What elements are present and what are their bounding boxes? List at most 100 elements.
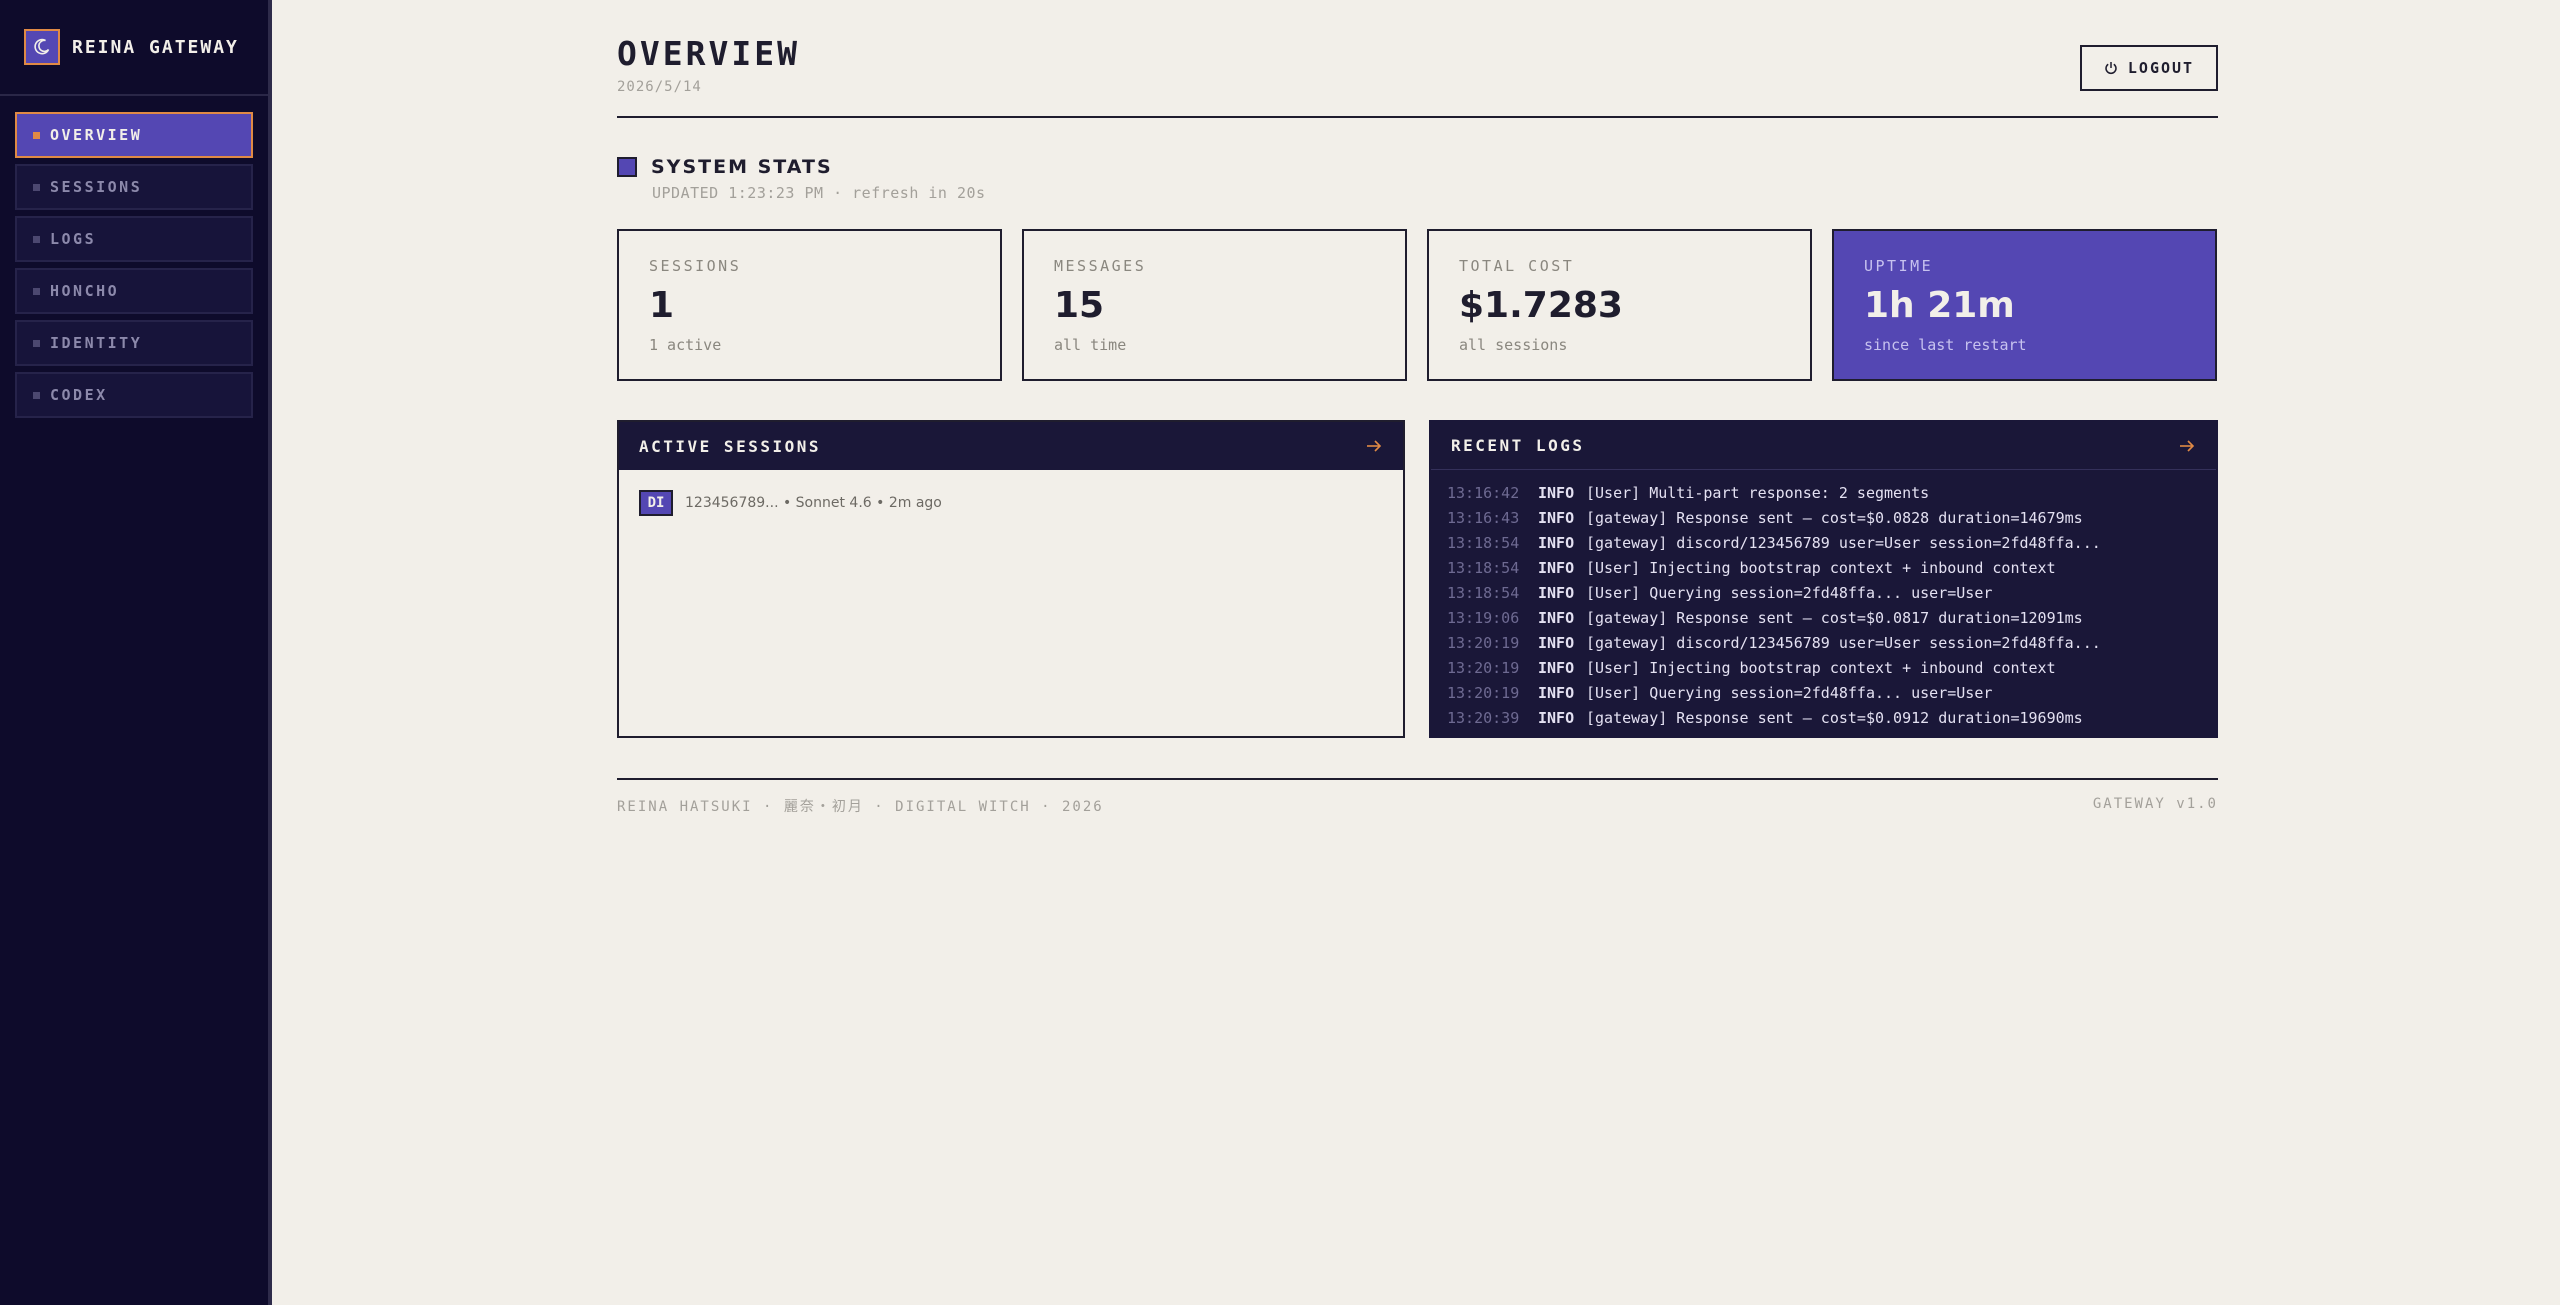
arrow-right-icon[interactable] [1365, 439, 1383, 453]
log-time: 13:18:54 [1447, 558, 1520, 577]
log-message: [User] Injecting bootstrap context + inb… [1586, 658, 2056, 677]
log-message: [gateway] Response sent — cost=$0.0828 d… [1586, 508, 2083, 527]
log-level: INFO [1538, 633, 1575, 652]
stat-value: $1.7283 [1459, 285, 1623, 326]
log-message: [gateway] discord/123456789 user=User se… [1586, 633, 2101, 652]
page-date: 2026/5/14 [617, 79, 702, 95]
sidebar-item-label: SESSIONS [50, 178, 143, 196]
system-stats-header: SYSTEM STATS [617, 156, 833, 178]
log-line: 13:16:42 INFO [User] Multi-part response… [1447, 480, 2216, 505]
bullet-icon [33, 235, 40, 243]
page-header: OVERVIEW 2026/5/14 LOGOUT [617, 0, 2218, 118]
stats-updated-text: UPDATED 1:23:23 PM · refresh in 20s [652, 184, 986, 202]
log-time: 13:16:43 [1447, 508, 1520, 527]
sidebar-nav: OVERVIEW SESSIONS LOGS HONCHO IDENTITY C… [0, 96, 268, 418]
log-time: 13:20:39 [1447, 708, 1520, 727]
sidebar-item-label: OVERVIEW [50, 126, 143, 144]
stat-sub: all sessions [1459, 336, 1568, 354]
log-message: [gateway] Response sent — cost=$0.0817 d… [1586, 608, 2083, 627]
logout-label: LOGOUT [2127, 59, 2195, 77]
sidebar-item-codex[interactable]: CODEX [15, 372, 253, 418]
footer-version: GATEWAY v1.0 [2092, 796, 2218, 812]
log-level: INFO [1538, 583, 1575, 602]
section-marker-icon [617, 157, 637, 177]
log-line: 13:18:54 INFO [gateway] discord/12345678… [1447, 530, 2216, 555]
main-content: OVERVIEW 2026/5/14 LOGOUT SYSTEM STATS U… [617, 0, 2218, 815]
log-time: 13:18:54 [1447, 583, 1520, 602]
log-message: [User] Injecting bootstrap context + inb… [1586, 558, 2056, 577]
sidebar-item-label: LOGS [50, 230, 97, 248]
sidebar-item-identity[interactable]: IDENTITY [15, 320, 253, 366]
log-time: 13:19:06 [1447, 608, 1520, 627]
sidebar-item-label: IDENTITY [50, 334, 143, 352]
stat-card-total-cost: TOTAL COST $1.7283 all sessions [1427, 229, 1812, 381]
recent-logs-panel: RECENT LOGS 13:16:42 INFO [User] Multi-p… [1429, 420, 2218, 738]
brand[interactable]: REINA GATEWAY [0, 0, 268, 96]
stat-card-uptime: UPTIME 1h 21m since last restart [1832, 229, 2217, 381]
active-sessions-panel: ACTIVE SESSIONS DI 123456789... • Sonnet… [617, 420, 1405, 738]
session-row[interactable]: DI 123456789... • Sonnet 4.6 • 2m ago [619, 470, 1403, 516]
bullet-icon [33, 391, 40, 399]
log-level: INFO [1538, 533, 1575, 552]
log-line: 13:20:19 INFO [gateway] discord/12345678… [1447, 630, 2216, 655]
stats-cards: SESSIONS 1 1 active MESSAGES 15 all time… [617, 229, 2217, 381]
stat-sub: 1 active [649, 336, 722, 354]
log-line: 13:20:19 INFO [User] Injecting bootstrap… [1447, 655, 2216, 680]
log-level: INFO [1538, 708, 1575, 727]
log-level: INFO [1538, 508, 1575, 527]
stat-label: SESSIONS [649, 257, 742, 275]
log-message: [gateway] Response sent — cost=$0.0912 d… [1586, 708, 2083, 727]
log-list: 13:16:42 INFO [User] Multi-part response… [1431, 470, 2216, 730]
section-title: SYSTEM STATS [651, 156, 833, 178]
log-time: 13:20:19 [1447, 658, 1520, 677]
panel-header: RECENT LOGS [1431, 422, 2216, 470]
stat-card-sessions: SESSIONS 1 1 active [617, 229, 1002, 381]
log-message: [gateway] discord/123456789 user=User se… [1586, 533, 2101, 552]
log-line: 13:18:54 INFO [User] Querying session=2f… [1447, 580, 2216, 605]
log-message: [User] Querying session=2fd48ffa... user… [1586, 683, 1993, 702]
log-message: [User] Querying session=2fd48ffa... user… [1586, 583, 1993, 602]
brand-name: REINA GATEWAY [72, 36, 239, 58]
log-line: 13:16:43 INFO [gateway] Response sent — … [1447, 505, 2216, 530]
page-title: OVERVIEW [617, 34, 800, 73]
stat-sub: all time [1054, 336, 1127, 354]
bullet-icon [33, 131, 40, 139]
log-level: INFO [1538, 683, 1575, 702]
log-time: 13:20:19 [1447, 683, 1520, 702]
log-level: INFO [1538, 483, 1575, 502]
page-footer: REINA HATSUKI · 麗奈・初月 · DIGITAL WITCH · … [617, 778, 2218, 816]
bullet-icon [33, 287, 40, 295]
sidebar-item-logs[interactable]: LOGS [15, 216, 253, 262]
session-badge: DI [639, 490, 673, 516]
log-level: INFO [1538, 558, 1575, 577]
log-time: 13:20:19 [1447, 633, 1520, 652]
log-line: 13:20:39 INFO [gateway] Response sent — … [1447, 705, 2216, 730]
stat-value: 15 [1054, 285, 1105, 326]
session-info: 123456789... • Sonnet 4.6 • 2m ago [685, 495, 942, 511]
log-time: 13:18:54 [1447, 533, 1520, 552]
sidebar-item-overview[interactable]: OVERVIEW [15, 112, 253, 158]
stat-label: TOTAL COST [1459, 257, 1575, 275]
footer-credit: REINA HATSUKI · 麗奈・初月 · DIGITAL WITCH · … [617, 799, 1104, 815]
log-time: 13:16:42 [1447, 483, 1520, 502]
arrow-right-icon[interactable] [2178, 439, 2196, 453]
sidebar-item-label: HONCHO [50, 282, 120, 300]
log-message: [User] Multi-part response: 2 segments [1586, 483, 1930, 502]
sidebar-item-label: CODEX [50, 386, 108, 404]
stat-sub: since last restart [1864, 336, 2027, 354]
log-level: INFO [1538, 608, 1575, 627]
panels: ACTIVE SESSIONS DI 123456789... • Sonnet… [617, 420, 2218, 738]
bullet-icon [33, 183, 40, 191]
bullet-icon [33, 339, 40, 347]
log-level: INFO [1538, 658, 1575, 677]
log-line: 13:20:19 INFO [User] Querying session=2f… [1447, 680, 2216, 705]
moon-icon [24, 29, 60, 65]
stat-label: MESSAGES [1054, 257, 1147, 275]
stat-card-messages: MESSAGES 15 all time [1022, 229, 1407, 381]
sidebar-item-sessions[interactable]: SESSIONS [15, 164, 253, 210]
power-icon [2104, 61, 2118, 75]
sidebar-item-honcho[interactable]: HONCHO [15, 268, 253, 314]
stat-value: 1h 21m [1864, 285, 2015, 326]
logout-button[interactable]: LOGOUT [2080, 45, 2218, 91]
panel-title: ACTIVE SESSIONS [639, 436, 821, 456]
